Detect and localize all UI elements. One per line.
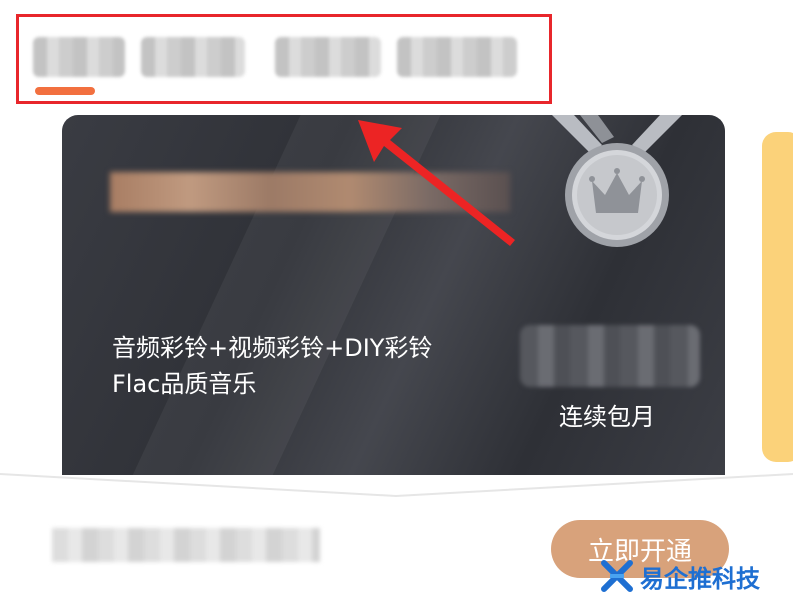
price-blurred [520, 325, 700, 387]
watermark-logo-icon [601, 560, 633, 592]
tab-4-blurred[interactable] [397, 37, 517, 77]
next-plan-card[interactable] [762, 132, 793, 462]
watermark: 易企推科技 [600, 556, 760, 596]
plan-label: 连续包月 [559, 403, 655, 431]
active-tab-indicator [35, 87, 95, 95]
price-summary-blurred [52, 528, 320, 562]
red-arrow-annotation [358, 120, 515, 246]
footer-divider [0, 473, 793, 502]
benefits-line-1: 音频彩铃+视频彩铃+DIY彩铃 [112, 334, 433, 362]
benefits-text: 音频彩铃+视频彩铃+DIY彩铃 Flac品质音乐 [112, 330, 432, 402]
benefits-line-2: Flac品质音乐 [112, 370, 257, 398]
watermark-text: 易企推科技 [640, 564, 760, 593]
tab-1-blurred[interactable] [33, 37, 125, 77]
highlighted-tab-bar [16, 14, 552, 104]
tab-3-blurred[interactable] [275, 37, 381, 77]
tab-2-blurred[interactable] [141, 37, 245, 77]
crown-medal-icon [552, 115, 682, 247]
